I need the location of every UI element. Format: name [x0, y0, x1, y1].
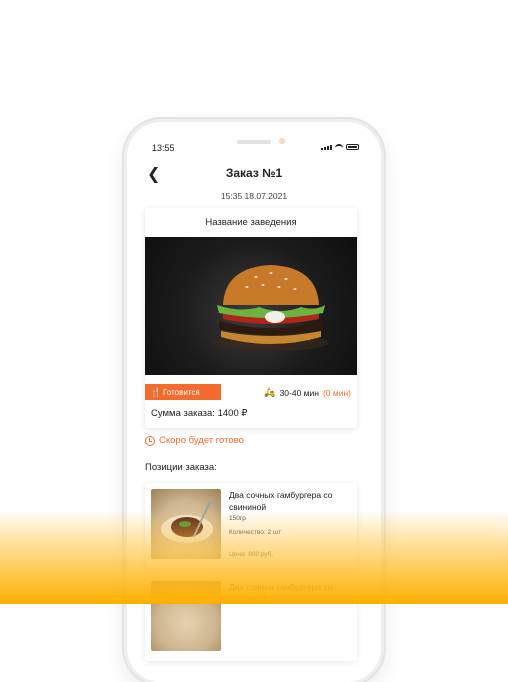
clock-icon — [145, 435, 155, 446]
item-name: Два сочных гамбургера со свининой — [229, 490, 333, 512]
list-item[interactable]: Два сочных гамбургера со свининой — [145, 575, 357, 661]
front-camera — [279, 138, 285, 144]
ready-text: Скоро будет готово — [159, 435, 244, 446]
wifi-icon — [335, 144, 343, 150]
venue-name: Название заведения — [205, 217, 297, 228]
item-name: Два сочных гамбургера со свининой — [229, 582, 333, 604]
item-weight: 150гр — [229, 515, 246, 522]
delivery-time: 🛵 30-40 мин (0 мин) — [264, 387, 351, 398]
status-badge: 🍴 Готовится — [145, 384, 221, 400]
item-quantity: Количество: 2 шт — [229, 529, 282, 536]
signal-icon — [321, 145, 332, 150]
item-thumbnail — [151, 489, 221, 559]
burger-image — [213, 265, 329, 351]
speaker-notch — [237, 140, 271, 144]
delivery-extra: (0 мин) — [322, 387, 351, 398]
item-price: Цена: 800 руб. — [229, 551, 274, 558]
order-card: Название заведения 🍴 Готовится 🛵 30-40 м… — [145, 208, 357, 428]
order-sum: Сумма заказа: 1400 ₽ — [151, 408, 248, 419]
item-thumbnail — [151, 581, 221, 651]
battery-icon — [346, 144, 359, 150]
status-time: 13:55 — [152, 143, 175, 153]
status-label: Готовится — [163, 387, 200, 397]
phone-frame: 13:55 ❮ Заказ №1 15:35 18.07.2021 Назван… — [127, 122, 381, 682]
positions-title: Позиции заказа: — [145, 462, 217, 473]
order-datetime: 15:35 18.07.2021 — [220, 191, 288, 201]
venue-photo — [145, 237, 357, 375]
steak-image — [161, 500, 213, 543]
ready-notice: Скоро будет готово — [145, 435, 244, 446]
fork-knife-icon: 🍴 — [150, 386, 162, 397]
status-icons — [321, 144, 359, 150]
delivery-time-value: 30-40 мин — [279, 387, 319, 398]
delivery-scooter-icon: 🛵 — [264, 387, 276, 397]
list-item[interactable]: Два сочных гамбургера со свининой 150гр … — [145, 483, 357, 569]
page-title: Заказ №1 — [225, 166, 283, 180]
